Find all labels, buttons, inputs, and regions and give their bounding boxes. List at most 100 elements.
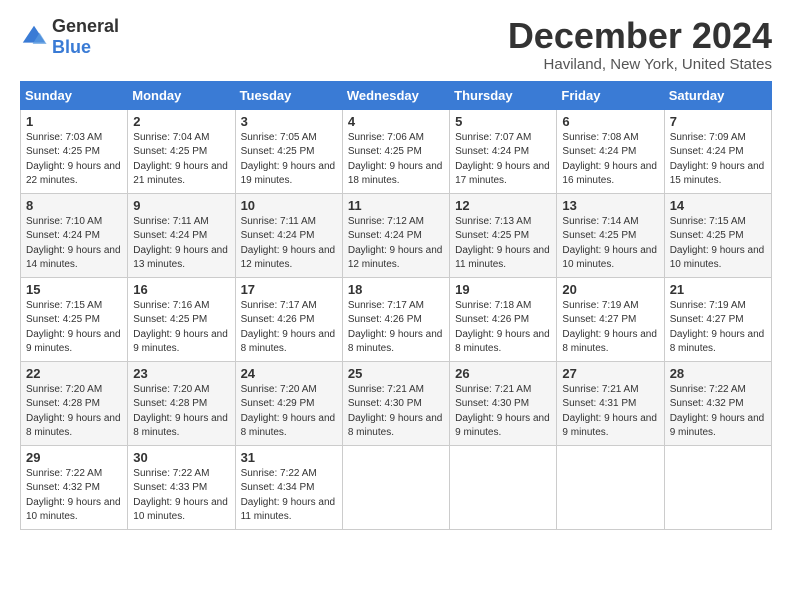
cell-info: Sunrise: 7:05 AMSunset: 4:25 PMDaylight:… (241, 131, 337, 189)
calendar-cell: 6 Sunrise: 7:08 AMSunset: 4:24 PMDaylight… (557, 109, 664, 193)
header-day-friday: Friday (557, 81, 664, 109)
calendar-cell: 19 Sunrise: 7:18 AMSunset: 4:26 PMDayligh… (450, 277, 557, 361)
calendar-cell: 15Sunrise: 7:15 AMSunset: 4:25 PMDayligh… (21, 277, 128, 361)
calendar-cell (450, 445, 557, 529)
calendar-cell (664, 445, 771, 529)
day-number: 19 (455, 282, 551, 297)
calendar-week-5: 29 Sunrise: 7:22 AMSunset: 4:32 PMDayligh… (21, 445, 772, 529)
cell-info: Sunrise: 7:14 AMSunset: 4:25 PMDaylight:… (562, 215, 658, 273)
calendar-cell (557, 445, 664, 529)
calendar-cell: 31Sunrise: 7:22 AMSunset: 4:34 PMDayligh… (235, 445, 342, 529)
cell-info: Sunrise: 7:22 AMSunset: 4:32 PMDaylight:… (670, 383, 766, 441)
cell-info: Sunrise: 7:17 AMSunset: 4:26 PMDaylight:… (348, 299, 444, 357)
cell-info: Sunrise: 7:16 AMSunset: 4:25 PMDaylight:… (133, 299, 229, 357)
calendar-header: SundayMondayTuesdayWednesdayThursdayFrid… (21, 81, 772, 109)
day-number: 27 (562, 366, 658, 381)
cell-info: Sunrise: 7:18 AMSunset: 4:26 PMDaylight:… (455, 299, 551, 357)
calendar-cell: 12 Sunrise: 7:13 AMSunset: 4:25 PMDayligh… (450, 193, 557, 277)
logo-general: General (52, 16, 119, 36)
calendar-cell: 25Sunrise: 7:21 AMSunset: 4:30 PMDayligh… (342, 361, 449, 445)
calendar-cell (342, 445, 449, 529)
day-number: 11 (348, 198, 444, 213)
calendar-week-4: 22 Sunrise: 7:20 AMSunset: 4:28 PMDayligh… (21, 361, 772, 445)
calendar-cell: 1 Sunrise: 7:03 AMSunset: 4:25 PMDaylight… (21, 109, 128, 193)
day-number: 6 (562, 114, 658, 129)
cell-info: Sunrise: 7:21 AMSunset: 4:30 PMDaylight:… (455, 383, 551, 441)
calendar-cell: 14 Sunrise: 7:15 AMSunset: 4:25 PMDayligh… (664, 193, 771, 277)
calendar-week-3: 15Sunrise: 7:15 AMSunset: 4:25 PMDayligh… (21, 277, 772, 361)
cell-info: Sunrise: 7:21 AMSunset: 4:31 PMDaylight:… (562, 383, 658, 441)
calendar-cell: 10 Sunrise: 7:11 AMSunset: 4:24 PMDayligh… (235, 193, 342, 277)
day-number: 1 (26, 114, 122, 129)
calendar-week-1: 1 Sunrise: 7:03 AMSunset: 4:25 PMDaylight… (21, 109, 772, 193)
day-number: 10 (241, 198, 337, 213)
calendar-cell: 13 Sunrise: 7:14 AMSunset: 4:25 PMDayligh… (557, 193, 664, 277)
day-number: 14 (670, 198, 766, 213)
cell-info: Sunrise: 7:07 AMSunset: 4:24 PMDaylight:… (455, 131, 551, 189)
day-number: 16 (133, 282, 229, 297)
cell-info: Sunrise: 7:10 AMSunset: 4:24 PMDaylight:… (26, 215, 122, 273)
day-number: 29 (26, 450, 122, 465)
calendar-cell: 9 Sunrise: 7:11 AMSunset: 4:24 PMDaylight… (128, 193, 235, 277)
cell-info: Sunrise: 7:08 AMSunset: 4:24 PMDaylight:… (562, 131, 658, 189)
calendar-cell: 18 Sunrise: 7:17 AMSunset: 4:26 PMDayligh… (342, 277, 449, 361)
calendar-cell: 29 Sunrise: 7:22 AMSunset: 4:32 PMDayligh… (21, 445, 128, 529)
logo-icon (20, 23, 48, 51)
calendar-cell: 7Sunrise: 7:09 AMSunset: 4:24 PMDaylight… (664, 109, 771, 193)
calendar-cell: 16 Sunrise: 7:16 AMSunset: 4:25 PMDayligh… (128, 277, 235, 361)
cell-info: Sunrise: 7:09 AMSunset: 4:24 PMDaylight:… (670, 131, 766, 189)
calendar-cell: 17 Sunrise: 7:17 AMSunset: 4:26 PMDayligh… (235, 277, 342, 361)
cell-info: Sunrise: 7:17 AMSunset: 4:26 PMDaylight:… (241, 299, 337, 357)
header-row: SundayMondayTuesdayWednesdayThursdayFrid… (21, 81, 772, 109)
cell-info: Sunrise: 7:20 AMSunset: 4:28 PMDaylight:… (133, 383, 229, 441)
cell-info: Sunrise: 7:15 AMSunset: 4:25 PMDaylight:… (26, 299, 122, 357)
cell-info: Sunrise: 7:19 AMSunset: 4:27 PMDaylight:… (562, 299, 658, 357)
calendar-cell: 24Sunrise: 7:20 AMSunset: 4:29 PMDayligh… (235, 361, 342, 445)
cell-info: Sunrise: 7:15 AMSunset: 4:25 PMDaylight:… (670, 215, 766, 273)
title-block: December 2024 Haviland, New York, United… (508, 16, 772, 73)
calendar-cell: 27 Sunrise: 7:21 AMSunset: 4:31 PMDayligh… (557, 361, 664, 445)
cell-info: Sunrise: 7:13 AMSunset: 4:25 PMDaylight:… (455, 215, 551, 273)
calendar-cell: 23Sunrise: 7:20 AMSunset: 4:28 PMDayligh… (128, 361, 235, 445)
calendar-cell: 11 Sunrise: 7:12 AMSunset: 4:24 PMDayligh… (342, 193, 449, 277)
day-number: 9 (133, 198, 229, 213)
cell-info: Sunrise: 7:22 AMSunset: 4:33 PMDaylight:… (133, 467, 229, 525)
header-day-tuesday: Tuesday (235, 81, 342, 109)
cell-info: Sunrise: 7:11 AMSunset: 4:24 PMDaylight:… (241, 215, 337, 273)
cell-info: Sunrise: 7:21 AMSunset: 4:30 PMDaylight:… (348, 383, 444, 441)
header-day-sunday: Sunday (21, 81, 128, 109)
day-number: 5 (455, 114, 551, 129)
day-number: 17 (241, 282, 337, 297)
day-number: 22 (26, 366, 122, 381)
cell-info: Sunrise: 7:12 AMSunset: 4:24 PMDaylight:… (348, 215, 444, 273)
calendar-cell: 21Sunrise: 7:19 AMSunset: 4:27 PMDayligh… (664, 277, 771, 361)
cell-info: Sunrise: 7:22 AMSunset: 4:32 PMDaylight:… (26, 467, 122, 525)
cell-info: Sunrise: 7:04 AMSunset: 4:25 PMDaylight:… (133, 131, 229, 189)
calendar-cell: 8Sunrise: 7:10 AMSunset: 4:24 PMDaylight… (21, 193, 128, 277)
month-title: December 2024 (508, 16, 772, 56)
day-number: 24 (241, 366, 337, 381)
day-number: 28 (670, 366, 766, 381)
calendar-cell: 4Sunrise: 7:06 AMSunset: 4:25 PMDaylight… (342, 109, 449, 193)
day-number: 20 (562, 282, 658, 297)
header-day-monday: Monday (128, 81, 235, 109)
day-number: 18 (348, 282, 444, 297)
cell-info: Sunrise: 7:22 AMSunset: 4:34 PMDaylight:… (241, 467, 337, 525)
page-header: General Blue December 2024 Haviland, New… (20, 16, 772, 73)
logo: General Blue (20, 16, 119, 58)
day-number: 30 (133, 450, 229, 465)
cell-info: Sunrise: 7:20 AMSunset: 4:28 PMDaylight:… (26, 383, 122, 441)
logo-blue: Blue (52, 37, 91, 57)
calendar-week-2: 8Sunrise: 7:10 AMSunset: 4:24 PMDaylight… (21, 193, 772, 277)
cell-info: Sunrise: 7:11 AMSunset: 4:24 PMDaylight:… (133, 215, 229, 273)
cell-info: Sunrise: 7:03 AMSunset: 4:25 PMDaylight:… (26, 131, 122, 189)
day-number: 13 (562, 198, 658, 213)
day-number: 26 (455, 366, 551, 381)
day-number: 2 (133, 114, 229, 129)
day-number: 4 (348, 114, 444, 129)
day-number: 12 (455, 198, 551, 213)
location: Haviland, New York, United States (508, 56, 772, 73)
header-day-thursday: Thursday (450, 81, 557, 109)
calendar-cell: 2 Sunrise: 7:04 AMSunset: 4:25 PMDaylight… (128, 109, 235, 193)
day-number: 21 (670, 282, 766, 297)
